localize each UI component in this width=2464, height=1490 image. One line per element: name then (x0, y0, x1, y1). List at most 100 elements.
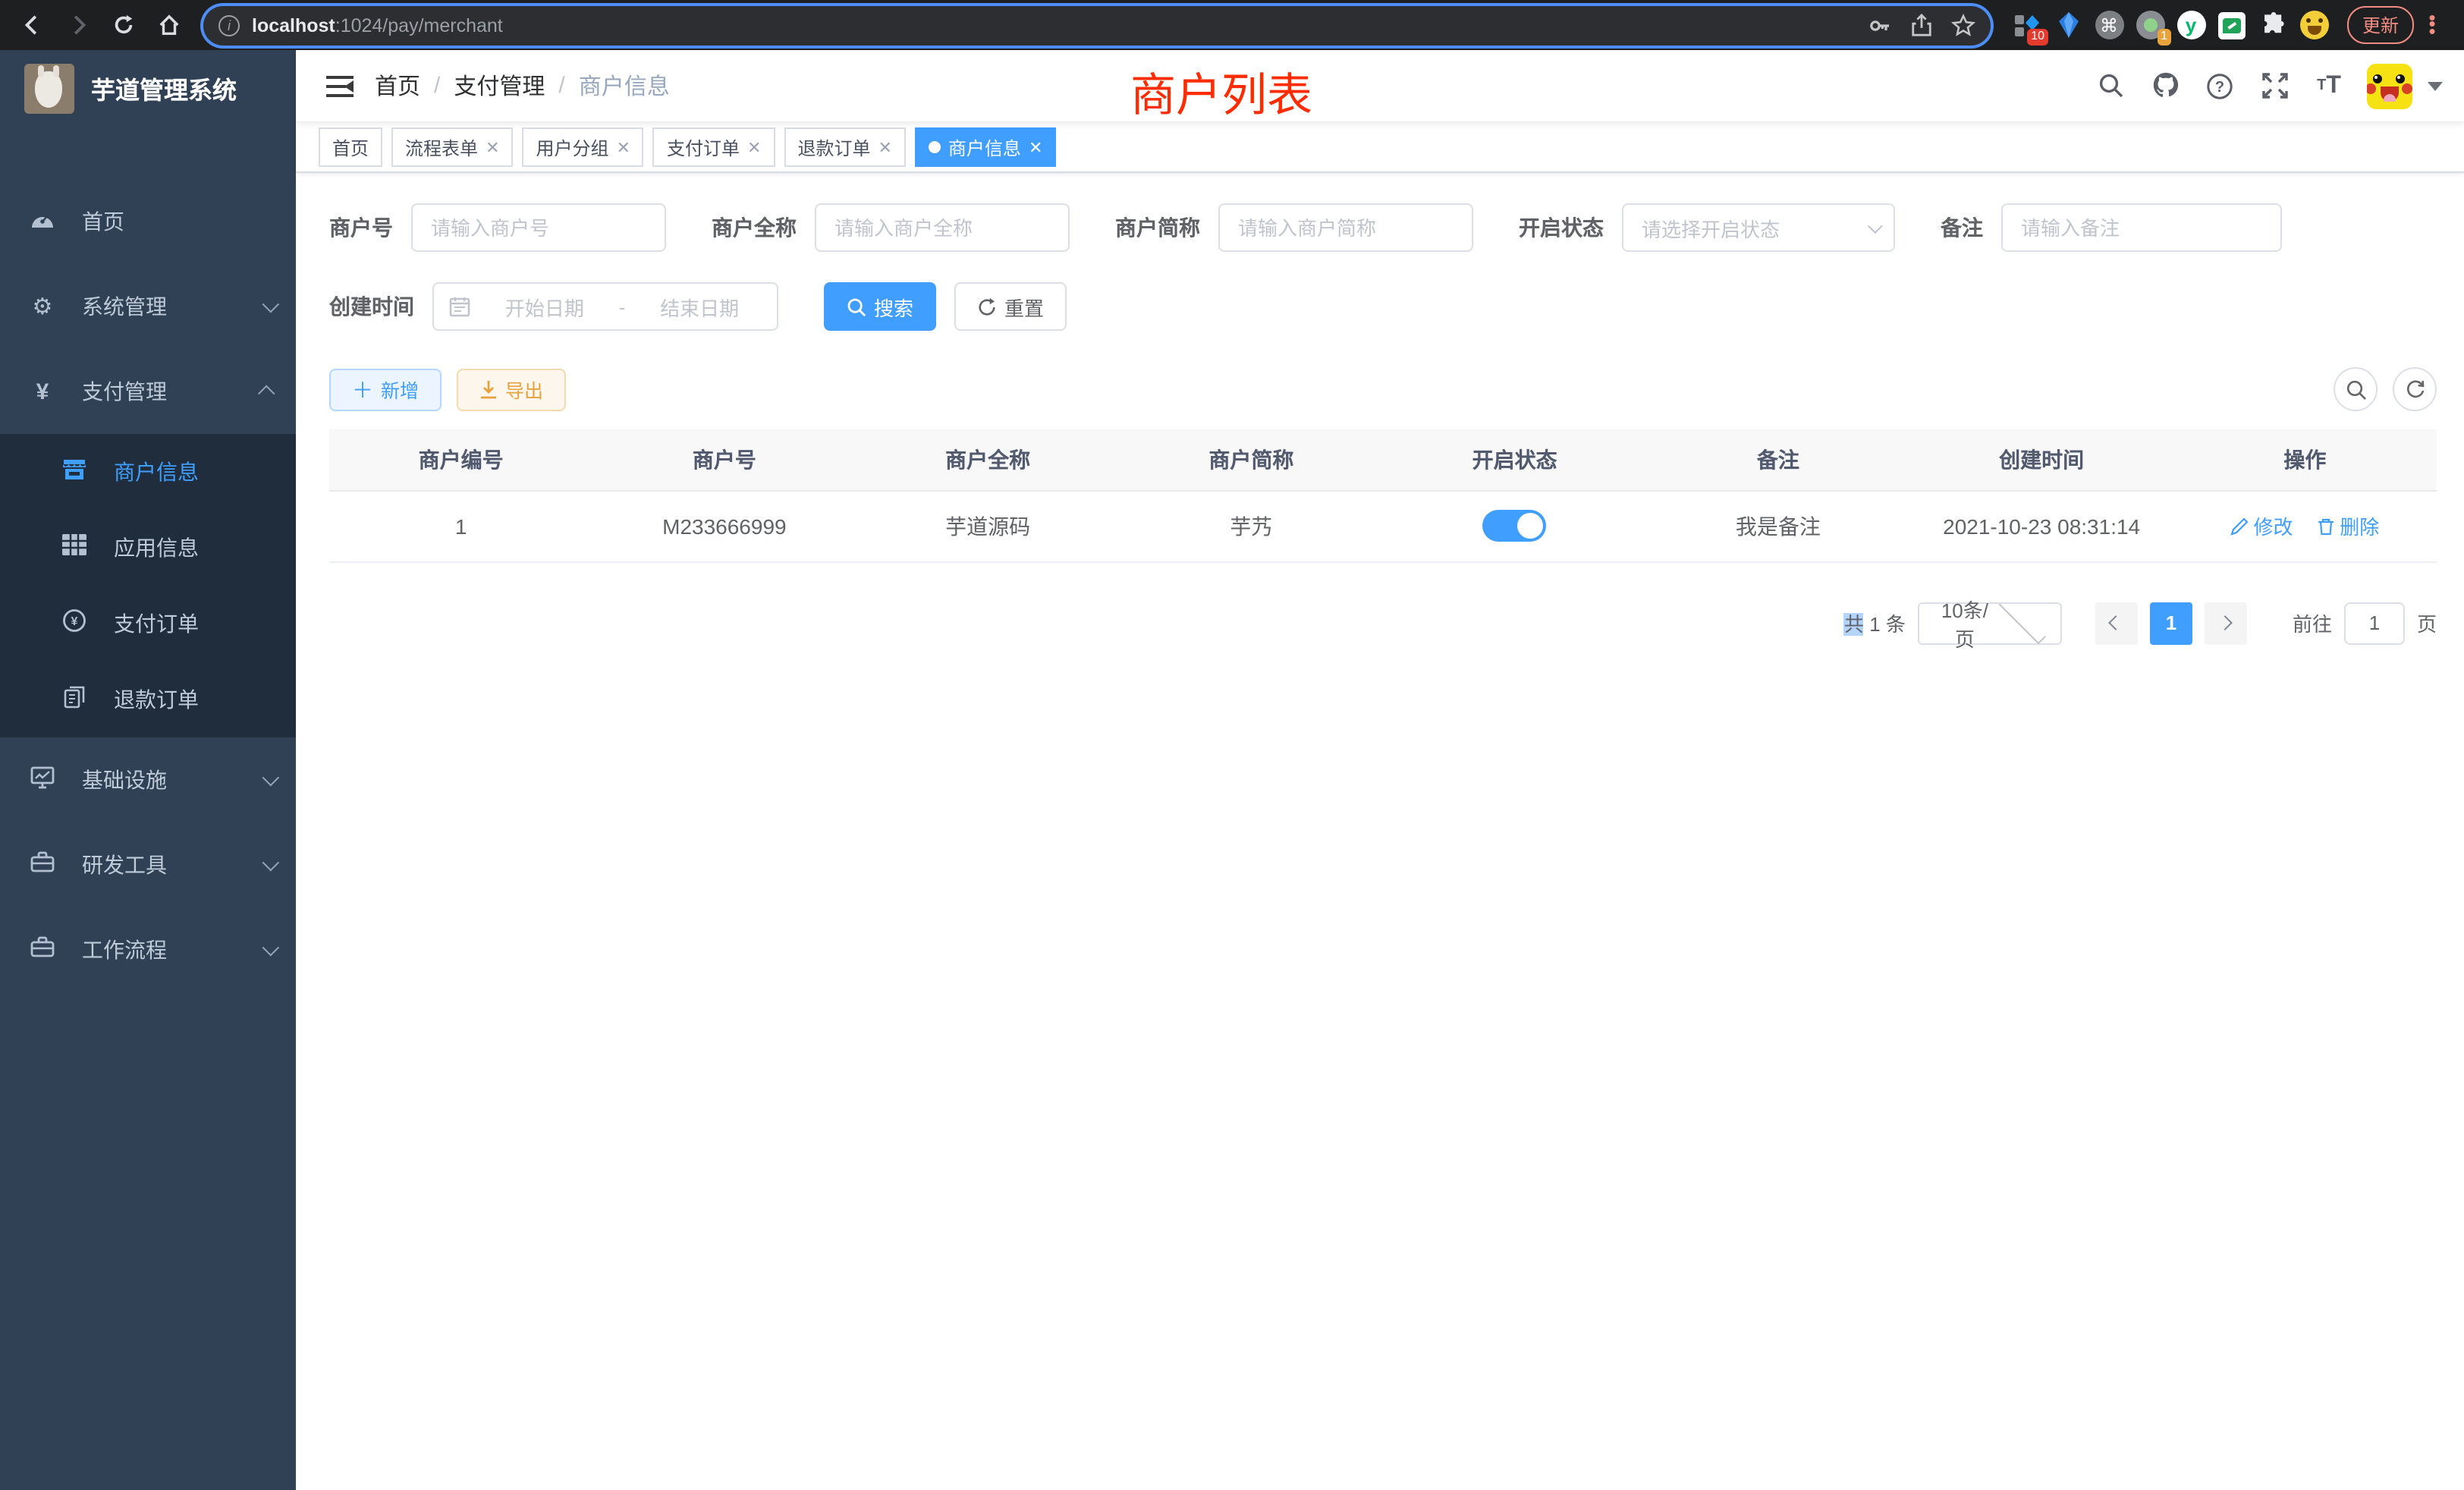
edit-link[interactable]: 修改 (2230, 511, 2293, 540)
merchant-no-label: 商户号 (329, 212, 393, 243)
reset-button[interactable]: 重置 (954, 282, 1067, 331)
status-select[interactable]: 请选择开启状态 (1622, 203, 1895, 252)
col-created: 创建时间 (1910, 429, 2173, 490)
table-header-row: 商户编号 商户号 商户全称 商户简称 开启状态 备注 创建时间 操作 (329, 429, 2437, 490)
extension-yuque-icon[interactable]: y (2176, 10, 2206, 40)
dashboard-icon (29, 208, 56, 235)
merchant-no-input[interactable] (411, 203, 666, 252)
tags-view-bar: 首页 流程表单✕ 用户分组✕ 支付订单✕ 退款订单✕ 商户信息✕ (296, 123, 2464, 173)
tab-user-group[interactable]: 用户分组✕ (523, 127, 644, 167)
status-toggle[interactable] (1483, 510, 1547, 542)
sidebar-item-system[interactable]: ⚙ 系统管理 (0, 264, 296, 349)
sidebar-item-refund-order[interactable]: 退款订单 (0, 662, 296, 737)
col-actions: 操作 (2173, 429, 2437, 490)
logo-image (24, 63, 74, 113)
browser-home-button[interactable] (149, 5, 188, 45)
tab-pay-order[interactable]: 支付订单✕ (653, 127, 775, 167)
trash-icon (2317, 517, 2335, 535)
help-icon[interactable]: ? (2203, 69, 2236, 102)
close-icon[interactable]: ✕ (486, 137, 499, 157)
sidebar-item-dev-tools[interactable]: 研发工具 (0, 822, 296, 907)
browser-back-button[interactable] (12, 5, 52, 45)
close-icon[interactable]: ✕ (878, 137, 891, 157)
browser-reload-button[interactable] (103, 5, 143, 45)
prev-page-button[interactable] (2095, 602, 2138, 644)
full-name-input[interactable] (815, 203, 1070, 252)
browser-menu-icon[interactable]: ••• (2423, 15, 2441, 36)
chevron-down-icon (262, 854, 280, 872)
sidebar-item-payment[interactable]: ¥ 支付管理 (0, 349, 296, 434)
extensions-area: 10 ⌘ 1 y (2012, 10, 2329, 40)
extension-badge: 1 (2157, 29, 2171, 45)
refresh-table-button[interactable] (2393, 367, 2437, 411)
app-logo[interactable]: 芋道管理系统 (0, 50, 296, 126)
sidebar-item-infrastructure[interactable]: 基础设施 (0, 737, 296, 822)
close-icon[interactable]: ✕ (747, 137, 761, 157)
url-text[interactable]: localhost:1024/pay/merchant (252, 14, 1856, 36)
add-button[interactable]: ＋ 新增 (329, 368, 442, 410)
gear-icon: ⚙ (29, 293, 56, 320)
browser-forward-button[interactable] (58, 5, 97, 45)
short-name-input[interactable] (1218, 203, 1473, 252)
sidebar-item-home[interactable]: 首页 (0, 179, 296, 264)
bookmark-star-icon[interactable] (1951, 13, 1975, 37)
sidebar-item-workflow[interactable]: 工作流程 (0, 907, 296, 992)
app-title: 芋道管理系统 (91, 70, 237, 106)
date-range-picker[interactable]: 开始日期 - 结束日期 (432, 282, 778, 331)
extension-badge: 10 (2027, 29, 2048, 45)
sidebar-item-app-info[interactable]: 应用信息 (0, 510, 296, 586)
chevron-down-icon (262, 296, 280, 313)
delete-link[interactable]: 删除 (2317, 511, 2379, 540)
page-number-button[interactable]: 1 (2150, 602, 2192, 644)
sidebar: 芋道管理系统 首页 ⚙ 系统管理 ¥ 支付管理 (0, 50, 296, 1490)
goto-page-input[interactable] (2344, 602, 2405, 644)
extensions-puzzle-icon[interactable] (2258, 10, 2288, 40)
export-button[interactable]: 导出 (457, 368, 566, 410)
tab-merchant-info[interactable]: 商户信息✕ (915, 127, 1056, 167)
fullscreen-icon[interactable] (2258, 69, 2291, 102)
breadcrumb-current: 商户信息 (579, 70, 670, 102)
user-menu-caret-icon[interactable] (2428, 81, 2443, 90)
header-search-icon[interactable] (2094, 69, 2127, 102)
chevron-down-icon (1868, 218, 1883, 233)
extension-grid-icon[interactable]: 10 (2012, 10, 2042, 40)
goto-label: 前往 (2293, 608, 2332, 637)
extension-gem-icon[interactable] (2053, 10, 2083, 40)
storefront-icon (61, 457, 88, 486)
tab-home[interactable]: 首页 (319, 127, 382, 167)
breadcrumb: 首页 / 支付管理 / 商户信息 (375, 70, 670, 102)
extension-chat-icon[interactable] (2217, 10, 2247, 40)
date-end-placeholder: 结束日期 (637, 292, 762, 321)
extension-recorder-icon[interactable]: 1 (2135, 10, 2165, 40)
password-key-icon[interactable] (1868, 13, 1892, 37)
tab-refund-order[interactable]: 退款订单✕ (784, 127, 905, 167)
page-size-select[interactable]: 10条/页 (1918, 602, 2062, 644)
sidebar-collapse-icon[interactable] (326, 75, 354, 96)
share-icon[interactable] (1910, 13, 1933, 37)
col-full-name: 商户全称 (856, 429, 1120, 490)
remark-input[interactable] (2001, 203, 2282, 252)
site-info-icon[interactable]: i (218, 14, 240, 36)
next-page-button[interactable] (2205, 602, 2247, 644)
plus-icon: ＋ (352, 379, 373, 400)
breadcrumb-payment[interactable]: 支付管理 (454, 70, 545, 102)
search-button[interactable]: 搜索 (824, 282, 936, 331)
github-icon[interactable] (2148, 69, 2182, 102)
sidebar-item-merchant-info[interactable]: 商户信息 (0, 434, 296, 510)
profile-avatar-icon[interactable] (2299, 10, 2329, 40)
show-search-toggle-button[interactable] (2334, 367, 2378, 411)
sidebar-item-pay-order[interactable]: ¥ 支付订单 (0, 586, 296, 662)
refresh-icon (2404, 379, 2425, 400)
remark-label: 备注 (1941, 212, 1983, 243)
breadcrumb-home[interactable]: 首页 (375, 70, 420, 102)
close-icon[interactable]: ✕ (617, 137, 630, 157)
cell-short-name: 芋艿 (1120, 490, 1383, 561)
address-bar[interactable]: i localhost:1024/pay/merchant (203, 5, 1991, 45)
close-icon[interactable]: ✕ (1029, 137, 1042, 157)
extension-command-icon[interactable]: ⌘ (2094, 10, 2124, 40)
date-start-placeholder: 开始日期 (482, 292, 607, 321)
font-size-icon[interactable]: TT (2312, 69, 2346, 102)
chrome-update-button[interactable]: 更新 (2347, 6, 2414, 44)
user-avatar[interactable] (2367, 63, 2412, 108)
tab-process-form[interactable]: 流程表单✕ (391, 127, 513, 167)
